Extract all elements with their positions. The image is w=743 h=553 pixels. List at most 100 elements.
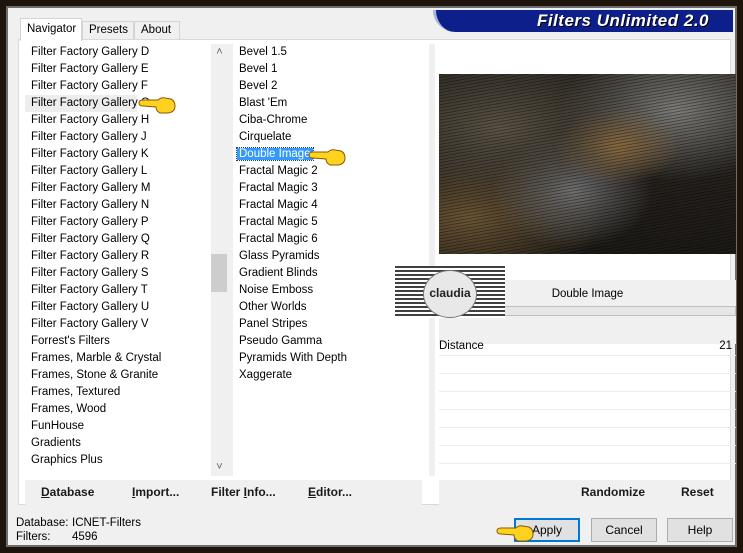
category-item[interactable]: Filter Factory Gallery H [25, 112, 149, 129]
filter-item-label: Noise Emboss [239, 284, 314, 296]
tab-presets[interactable]: Presets [82, 21, 134, 40]
scrollbar-thumb[interactable] [211, 254, 228, 292]
category-item[interactable]: Filter Factory Gallery V [25, 316, 149, 333]
navigator-button-bar: Database Import... Filter Info... Editor… [25, 480, 422, 506]
database-button[interactable]: Database [41, 485, 94, 499]
filter-item-label: Gradient Blinds [239, 267, 318, 279]
filter-item-label: Other Worlds [239, 301, 307, 313]
category-item[interactable]: Filter Factory Gallery L [25, 163, 147, 180]
category-item[interactable]: Filter Factory Gallery F [25, 78, 148, 95]
filter-item[interactable]: Fractal Magic 5 [233, 214, 429, 231]
window-title: Filters Unlimited 2.0 [536, 11, 709, 30]
filter-item[interactable]: Bevel 1.5 [233, 44, 429, 61]
watermark: claudia [395, 266, 505, 318]
pointing-hand-icon [496, 525, 534, 542]
parameter-label: Distance [439, 340, 484, 352]
category-item[interactable]: Filter Factory Gallery P [25, 214, 149, 231]
filter-item-label: Bevel 2 [239, 80, 278, 92]
filter-item-label: Fractal Magic 4 [239, 199, 318, 211]
pointing-hand-icon [138, 97, 176, 114]
chevron-up-icon[interactable]: ˄ [211, 44, 228, 61]
parameter-row-empty [439, 446, 736, 464]
parameter-row-empty [439, 392, 736, 410]
filter-item[interactable]: Pseudo Gamma [233, 333, 429, 350]
filter-item[interactable]: Fractal Magic 3 [233, 180, 429, 197]
navigator-panel: Filter Factory Gallery D Filter Factory G… [18, 39, 736, 506]
pointing-hand-icon [308, 149, 346, 166]
category-item[interactable]: Filter Factory Gallery R [25, 248, 149, 265]
filter-item-label: Xaggerate [239, 369, 293, 381]
category-item[interactable]: Filter Factory Gallery Q [25, 231, 150, 248]
filter-item[interactable]: Glass Pyramids [233, 248, 429, 265]
reset-button[interactable]: Reset [681, 485, 714, 499]
cancel-button[interactable]: Cancel [591, 518, 657, 542]
category-item[interactable]: Filter Factory Gallery U [25, 299, 149, 316]
category-item[interactable]: FunHouse [25, 418, 137, 435]
chevron-down-icon[interactable]: ˅ [211, 459, 228, 476]
filter-info-button[interactable]: Filter Info... [211, 485, 276, 499]
filter-item[interactable]: Bevel 1 [233, 61, 429, 78]
title-banner: Filters Unlimited 2.0 [433, 10, 733, 32]
filter-item-label: Cirquelate [239, 131, 292, 143]
filter-item[interactable]: Bevel 2 [233, 78, 429, 95]
parameter-row-empty [439, 356, 736, 374]
editor-button[interactable]: Editor... [308, 485, 352, 499]
category-scrollbar[interactable]: ˄ ˅ [211, 44, 228, 476]
import-button[interactable]: Import... [132, 485, 179, 499]
category-item[interactable]: Filter Factory Gallery D [25, 44, 149, 61]
category-item[interactable]: Filter Factory Gallery E [25, 61, 149, 78]
status-database: Database: ICNET-Filters [16, 517, 141, 529]
category-item[interactable]: Frames, Textured [25, 384, 137, 401]
category-item[interactable]: Filter Factory Gallery S [25, 265, 149, 282]
help-button[interactable]: Help [667, 518, 733, 542]
parameter-row-distance[interactable]: Distance 21 [439, 338, 736, 356]
tab-navigator[interactable]: Navigator [20, 18, 82, 41]
filter-item-label: Fractal Magic 2 [239, 165, 318, 177]
filter-item-label: Panel Stripes [239, 318, 308, 330]
preview-image [439, 74, 736, 254]
category-item[interactable]: Graphics Plus [25, 452, 137, 469]
filter-item[interactable]: Fractal Magic 6 [233, 231, 429, 248]
filter-item-label: Pyramids With Depth [239, 352, 348, 364]
parameter-row-empty [439, 374, 736, 392]
tab-about[interactable]: About [134, 21, 180, 40]
filter-item-label: Fractal Magic 6 [239, 233, 318, 245]
category-item[interactable]: Gradients [25, 435, 137, 452]
filter-item-label: Blast 'Em [239, 97, 288, 109]
randomize-button[interactable]: Randomize [581, 485, 645, 499]
filter-item[interactable]: Fractal Magic 4 [233, 197, 429, 214]
category-item[interactable]: Frames, Marble & Crystal [25, 350, 161, 367]
filter-item-label: Bevel 1 [239, 63, 278, 75]
filter-item-label: Fractal Magic 3 [239, 182, 318, 194]
parameter-value[interactable]: 21 [719, 340, 732, 352]
category-item[interactable]: Filter Factory Gallery K [25, 146, 149, 163]
filter-item-label: Double Image [236, 147, 314, 161]
category-item[interactable]: Frames, Stone & Granite [25, 367, 158, 384]
filter-item[interactable]: Ciba-Chrome [233, 112, 429, 129]
category-item[interactable]: Filter Factory Gallery M [25, 180, 151, 197]
filter-list[interactable]: Bevel 1.5 Bevel 1 Bevel 2 Blast 'Em Ciba-Chr… [233, 44, 429, 476]
filter-item-label: Pseudo Gamma [239, 335, 323, 347]
parameter-row-empty [439, 410, 736, 428]
filter-item-label: Glass Pyramids [239, 250, 320, 262]
category-item[interactable]: Filter Factory Gallery T [25, 282, 148, 299]
filter-item-label: Bevel 1.5 [239, 46, 287, 58]
filter-item-label: Fractal Magic 5 [239, 216, 318, 228]
category-list[interactable]: Filter Factory Gallery D Filter Factory G… [25, 44, 209, 476]
category-item[interactable]: Filter Factory Gallery J [25, 129, 147, 146]
category-item[interactable]: Filter Factory Gallery G [25, 95, 150, 112]
category-item[interactable]: Forrest's Filters [25, 333, 137, 350]
category-item[interactable]: Frames, Wood [25, 401, 137, 418]
status-filters: Filters: 4596 [16, 531, 98, 543]
category-item[interactable]: Filter Factory Gallery N [25, 197, 149, 214]
filter-item-label: Ciba-Chrome [239, 114, 308, 126]
preview-button-bar: Randomize Reset [439, 480, 732, 506]
filter-item[interactable]: Cirquelate [233, 129, 429, 146]
filters-unlimited-dialog: Filters Unlimited 2.0 Navigator Presets … [6, 6, 737, 547]
filter-item[interactable]: Blast 'Em [233, 95, 429, 112]
parameter-row-empty [439, 428, 736, 446]
filter-item[interactable]: Pyramids With Depth [233, 350, 429, 367]
filter-item[interactable]: Panel Stripes [233, 316, 429, 333]
watermark-badge: claudia [423, 270, 477, 318]
filter-item[interactable]: Xaggerate [233, 367, 429, 384]
